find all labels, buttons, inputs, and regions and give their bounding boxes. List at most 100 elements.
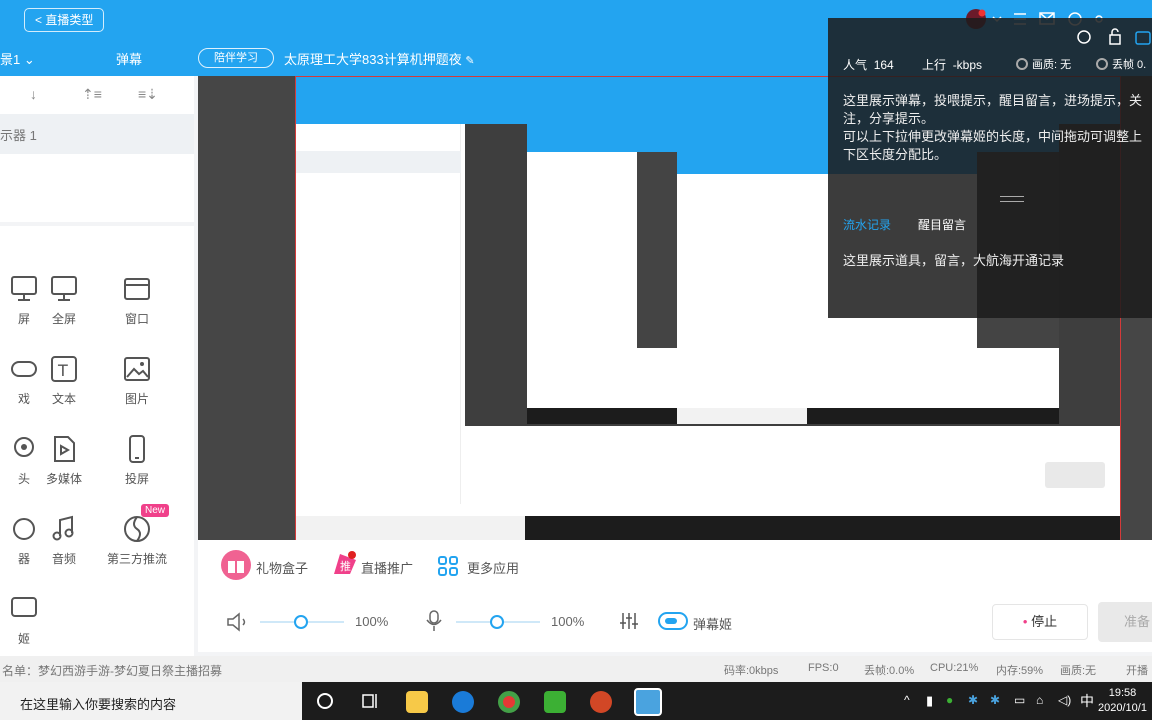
flow-hint: 这里展示道具，留言，大航海开通记录 [843,253,1065,268]
source-monitor[interactable]: 全屏 [24,274,104,327]
source-label: 第三方推流 [106,552,167,566]
mic-volume-slider[interactable] [456,615,540,629]
task-view-icon[interactable] [360,692,380,710]
bilibili-live-icon[interactable] [634,688,662,716]
ready-button[interactable]: 准备 [1098,602,1152,642]
window-icon [124,278,150,300]
source-stream[interactable]: 第三方推流 New [97,504,177,567]
popularity-stat: 人气 164 [843,56,894,73]
source-label: 全屏 [51,312,76,326]
powerpoint-icon[interactable] [590,691,612,713]
bitrate: 码率:0kbps [724,665,779,677]
source-text[interactable]: T 文本 [24,354,104,407]
monitor-icon [51,276,77,301]
source-music[interactable]: 音频 [24,514,104,567]
source-label: 音频 [51,552,76,566]
divider [0,222,194,226]
mixer-icon[interactable] [619,611,639,631]
drop-label: 丢帧 0. [1112,59,1147,71]
danmaku-toggle-label[interactable]: 弹幕姬 [693,614,732,633]
new-badge: New [141,504,170,517]
resize-handle[interactable] [1000,196,1024,202]
scene-selector[interactable]: 景1 ⌄ [0,49,35,68]
frame-guide [295,76,296,540]
source-label: 多媒体 [45,472,82,486]
speaker-icon[interactable] [226,612,250,632]
edit-icon[interactable]: ✎ [465,55,474,67]
chevron-down-icon: ⌄ [23,52,35,67]
tray-chevron-icon[interactable]: ^ [904,693,910,707]
broadcast-time: 开播 [1126,665,1148,677]
popularity-label: 人气 [843,58,868,72]
clock-time: 19:58 [1108,687,1137,699]
cortana-icon[interactable] [316,692,334,710]
tray-app2-icon[interactable]: ✱ [990,693,1000,707]
quality-stat: 画质: 无 [1016,56,1071,72]
drop-stat: 丢帧 0. [1096,56,1146,72]
gift-box-label[interactable]: 礼物盒子 [256,558,308,577]
radio-icon [1096,58,1108,70]
promo-label[interactable]: 直播推广 [361,558,413,577]
move-bottom-icon[interactable]: ≡⇣ [138,86,158,103]
source-media[interactable]: 多媒体 [24,434,104,487]
more-apps-label[interactable]: 更多应用 [467,558,519,577]
scene-label: 景1 [0,52,21,67]
wechat-icon[interactable] [544,691,566,713]
speaker-volume-slider[interactable] [260,615,344,629]
network-icon[interactable]: ⌂ [1036,693,1043,707]
memory-usage: 内存:59% [996,665,1044,677]
edge-icon[interactable] [452,691,474,713]
taskbar-search-input[interactable]: 在这里输入你要搜索的内容 [0,682,302,720]
move-top-icon[interactable]: ⇡≡ [82,86,102,103]
radio-icon [1016,58,1028,70]
svg-text:推: 推 [340,559,351,573]
chrome-icon[interactable] [498,691,520,713]
overlay-hint-2: 可以上下拉伸更改弹幕姬的长度，中间拖动可调整上下区长度分配比。 [843,129,1143,162]
room-title[interactable]: 太原理工大学833计算机押题夜 ✎ [284,49,475,68]
taskbar-clock[interactable]: 19:58 2020/10/1 [1098,686,1147,716]
display-source-label: 示器 1 [0,128,37,143]
scene-source-item[interactable]: 示器 1 [0,114,194,154]
speaker-volume-value: 100% [355,614,389,629]
battery-icon[interactable]: ▭ [1014,693,1025,707]
source-label: 窗口 [124,312,149,326]
source-phone[interactable]: 投屏 [97,434,177,487]
popularity-value: 164 [873,58,894,72]
danmaku-icon [11,597,37,617]
overlay-toolbar [1077,28,1151,45]
tab-flow-record[interactable]: 流水记录 [843,216,891,233]
tray-mic-icon[interactable]: ▮ [926,693,933,709]
volume-icon[interactable]: ◁) [1058,693,1071,707]
media-icon [54,436,75,462]
back-to-live-type-button[interactable]: < 直播类型 [24,8,105,32]
source-danmaku[interactable]: 姬 [0,594,64,647]
danmaku-toggle[interactable] [658,612,688,630]
microphone-icon[interactable] [426,610,442,632]
clock-date: 2020/10/1 [1098,702,1147,714]
stop-button[interactable]: • 停止 [992,604,1088,640]
record-dot-icon: • [1022,614,1028,629]
tab-superchat[interactable]: 醒目留言 [918,216,966,233]
source-window[interactable]: 窗口 [97,274,177,327]
upload-stat: 上行 -kbps [922,56,982,73]
more-apps-icon[interactable] [438,556,458,576]
gift-box-icon[interactable] [220,550,252,580]
room-title-text: 太原理工大学833计算机押题夜 [284,52,462,67]
source-image[interactable]: 图片 [97,354,177,407]
upload-label: 上行 [922,58,947,72]
tray-wechat-icon[interactable]: ● [946,693,953,707]
mic-volume-value: 100% [551,614,585,629]
source-label: 投屏 [124,472,149,486]
image-icon [124,357,150,381]
ime-indicator[interactable]: 中 [1080,691,1094,711]
room-tag[interactable]: 陪伴学习 [198,48,274,68]
text-icon: T [51,356,77,382]
promo-icon[interactable]: 推 [330,550,358,578]
upload-value: -kbps [952,58,983,72]
move-down-icon[interactable]: ↓ [30,86,37,102]
stream-icon [124,516,150,542]
ad-list[interactable]: 名单：梦幻西游手游-梦幻夏日祭主播招募 [2,662,222,679]
tab-danmaku[interactable]: 弹幕 [116,49,142,68]
file-explorer-icon[interactable] [406,691,428,713]
tray-app-icon[interactable]: ✱ [968,693,978,707]
